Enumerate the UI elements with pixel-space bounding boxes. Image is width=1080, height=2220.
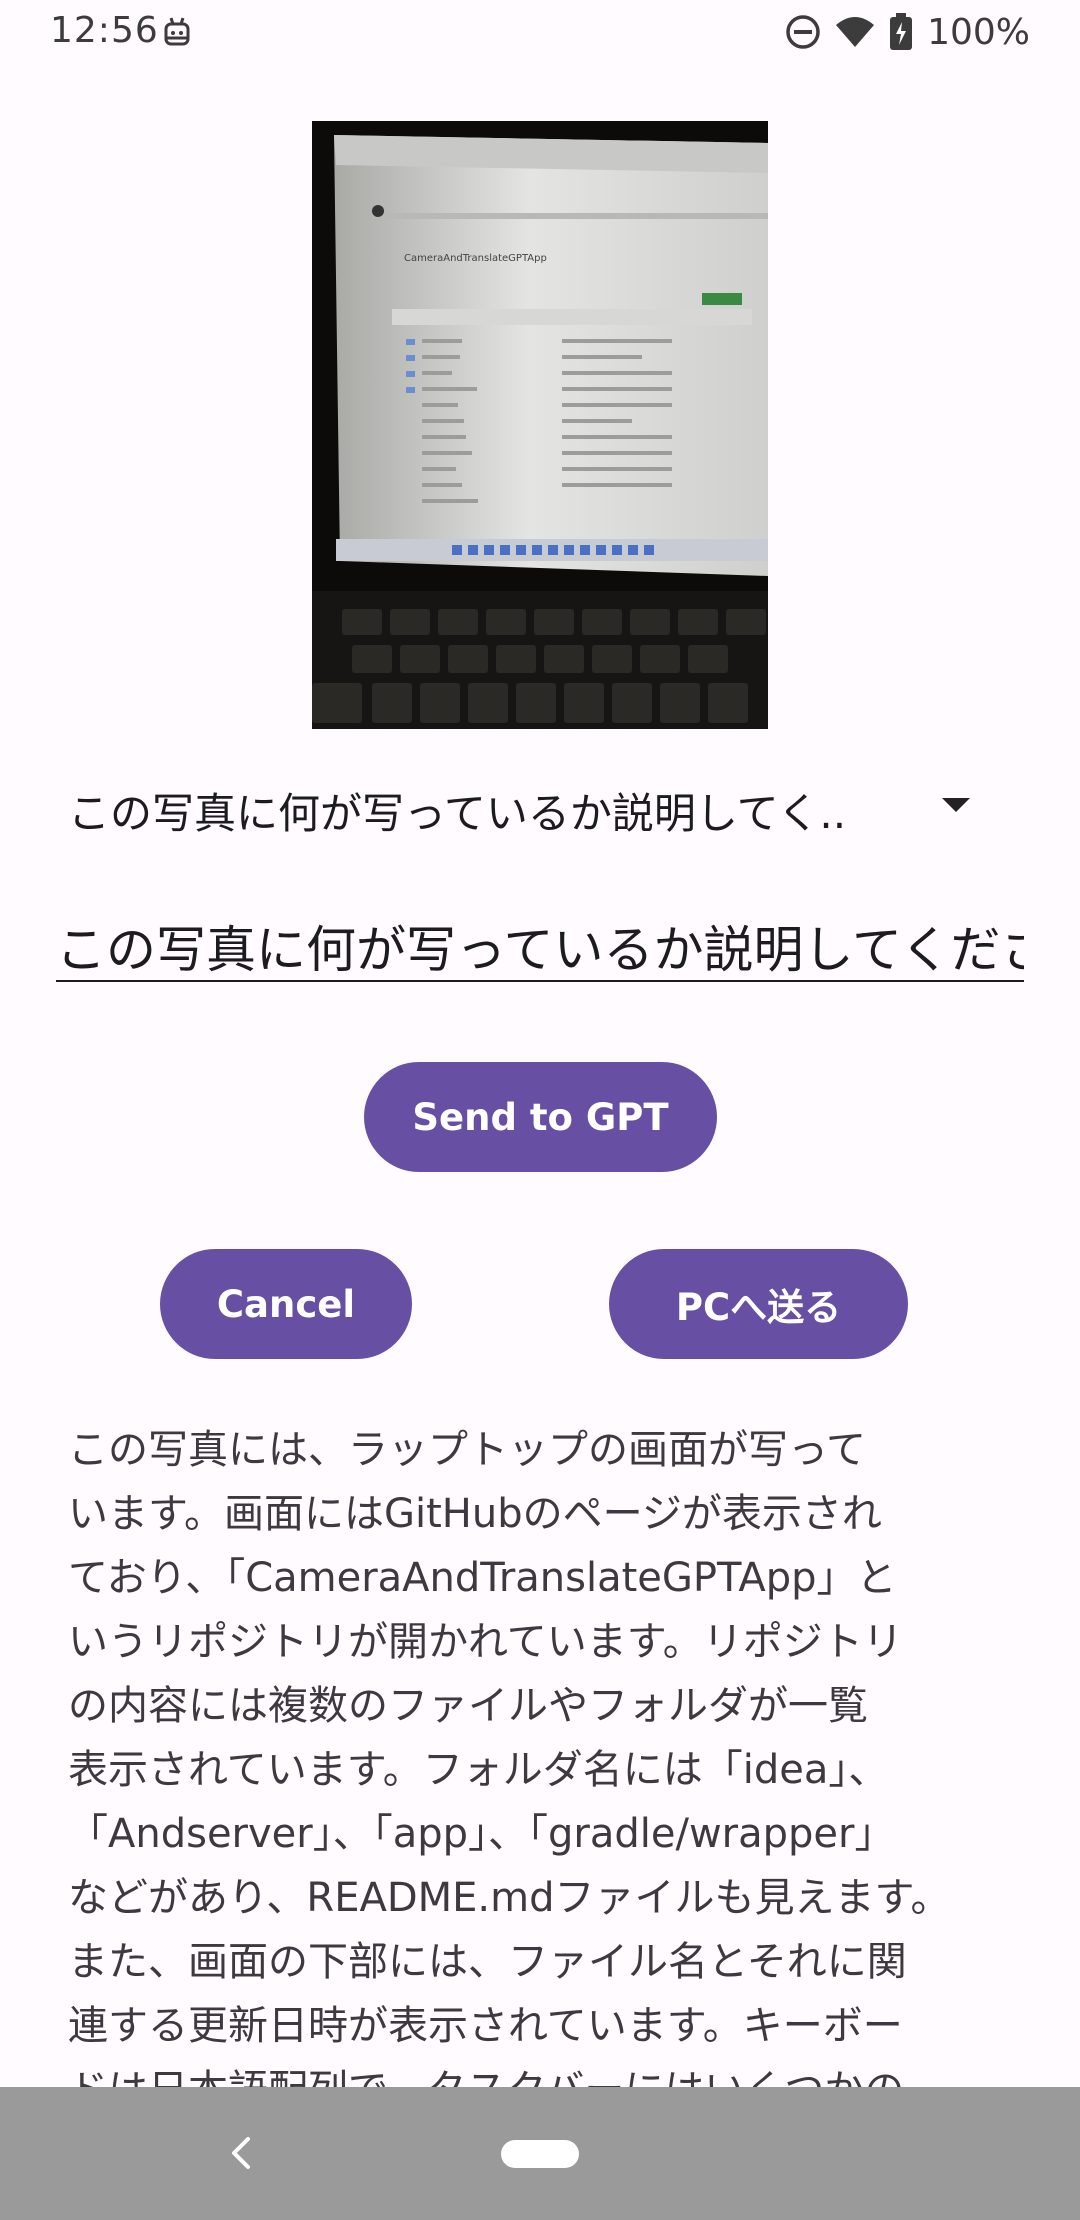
status-time: 12:56: [50, 10, 159, 51]
gpt-response-text: この写真には、ラップトップの画面が写って います。画面にはGitHubのページが…: [68, 1427, 951, 2113]
status-icons: 100%: [785, 8, 1030, 56]
send-to-pc-button[interactable]: PCへ送る: [609, 1249, 908, 1359]
wifi-icon: [836, 17, 875, 47]
dropdown-arrow-icon[interactable]: [942, 798, 970, 812]
send-to-gpt-button[interactable]: Send to GPT: [364, 1062, 717, 1172]
prompt-input-value[interactable]: この写真に何が写っているか説明してください: [56, 910, 1024, 982]
home-handle[interactable]: [501, 2140, 579, 2168]
android-robot-icon: [164, 17, 190, 46]
cancel-button[interactable]: Cancel: [160, 1249, 412, 1359]
do-not-disturb-icon: [786, 15, 820, 49]
photo-laptop-github-page: CameraAndTranslateGPTApp: [312, 121, 768, 729]
prompt-input-underline: [56, 980, 1024, 982]
battery-charging-icon: [890, 13, 913, 50]
photo-repo-title: CameraAndTranslateGPTApp: [404, 253, 547, 264]
navigation-bar: [0, 2087, 1080, 2220]
back-icon[interactable]: [224, 2133, 258, 2173]
battery-percentage: 100%: [927, 11, 1030, 53]
captured-photo: CameraAndTranslateGPTApp: [312, 121, 768, 729]
prompt-select-value: この写真に何が写っているか説明してく..: [68, 789, 847, 838]
prompt-select[interactable]: この写真に何が写っているか説明してく..: [56, 770, 1016, 844]
prompt-input[interactable]: この写真に何が写っているか説明してください: [56, 900, 1024, 982]
status-bar: 12:56 100%: [0, 0, 1080, 64]
